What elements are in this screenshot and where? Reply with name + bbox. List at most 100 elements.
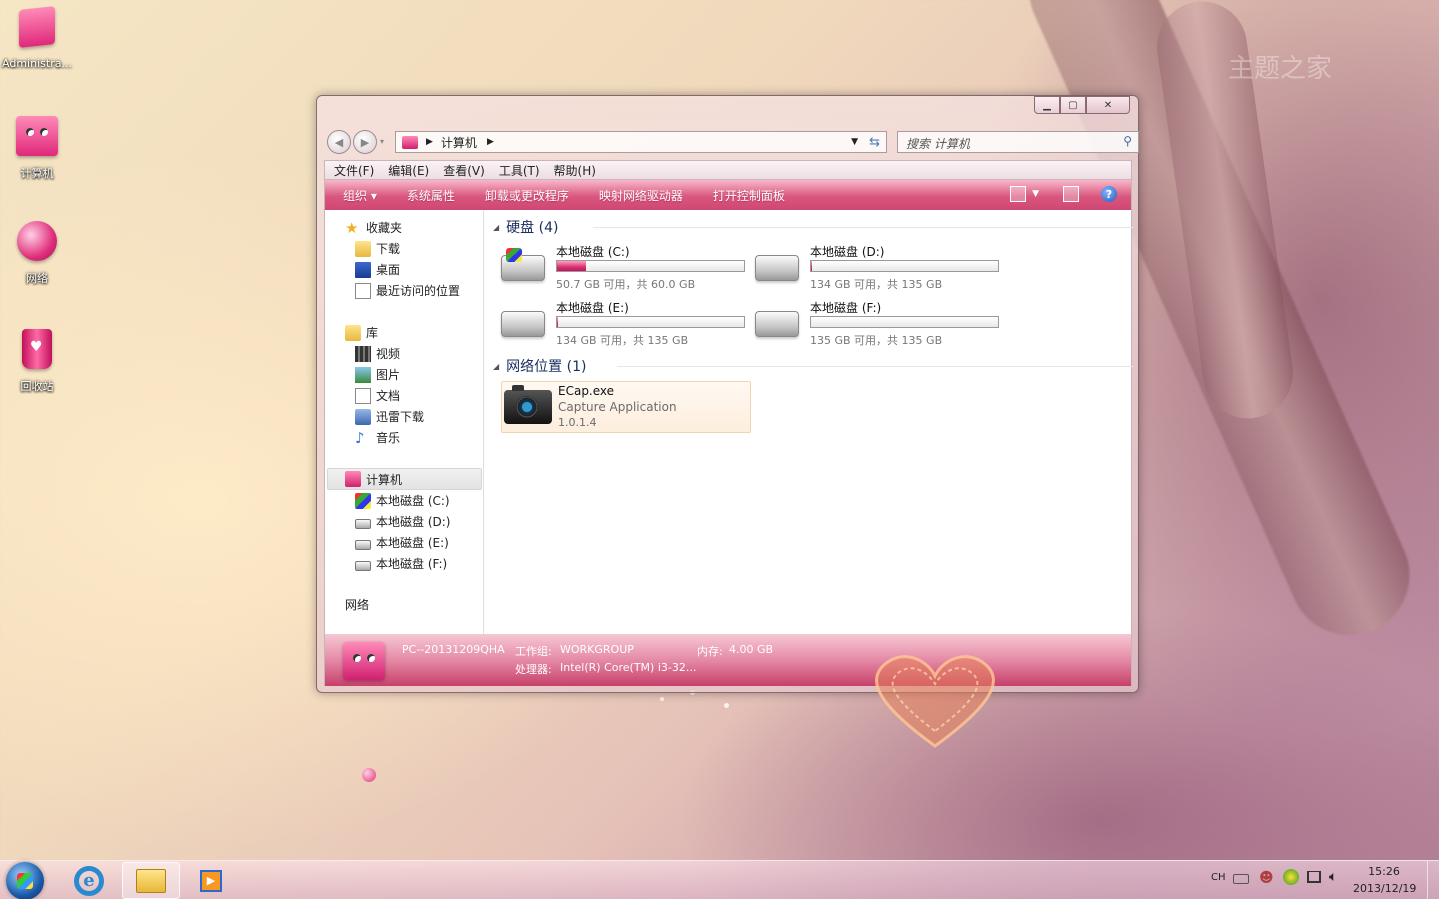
nav-downloads[interactable]: 下载 <box>355 240 400 257</box>
security-shield-icon[interactable] <box>1283 869 1299 885</box>
nav-label: 网络 <box>345 598 370 612</box>
breadcrumb-chevron-icon[interactable]: ▶ <box>487 137 494 147</box>
memory-value: 4.00 GB <box>729 643 774 656</box>
input-language-indicator[interactable]: CH <box>1211 872 1226 883</box>
recycle-bin-icon <box>14 329 60 375</box>
desktop-icon-administrator[interactable]: Administra... <box>0 4 74 70</box>
breadcrumb-computer[interactable]: 计算机 <box>441 134 477 151</box>
change-view-button[interactable]: ▼ <box>1010 186 1039 202</box>
pictures-icon <box>355 366 371 383</box>
nav-label: 视频 <box>376 347 401 361</box>
refresh-icon[interactable]: ⇆ <box>869 135 880 150</box>
search-icon[interactable]: ⚲ <box>1123 134 1132 148</box>
clock-date[interactable]: 2013/12/19 <box>1353 882 1416 895</box>
drive-usage-bar <box>810 316 999 328</box>
volume-icon[interactable]: 🔈︎ <box>1329 869 1337 885</box>
breadcrumb-chevron-icon[interactable]: ▶ <box>426 137 433 147</box>
close-button[interactable]: ✕ <box>1086 96 1130 114</box>
processor-label: 处理器: <box>515 663 552 676</box>
address-bar[interactable]: ▶ 计算机 ▶ ▼ ⇆ <box>395 131 887 153</box>
map-network-drive-button[interactable]: 映射网络驱动器 <box>599 187 683 204</box>
drive-tile-f[interactable]: 本地磁盘 (F:) 135 GB 可用，共 135 GB <box>755 299 1005 349</box>
nav-xunlei-downloads[interactable]: 迅雷下载 <box>355 408 424 425</box>
back-button[interactable]: ◀ <box>327 130 351 154</box>
drive-tile-c[interactable]: 本地磁盘 (C:) 50.7 GB 可用，共 60.0 GB <box>501 243 751 293</box>
downloads-folder-icon <box>355 240 371 257</box>
nav-label: 计算机 <box>366 472 403 487</box>
drive-tile-e[interactable]: 本地磁盘 (E:) 134 GB 可用，共 135 GB <box>501 299 751 349</box>
drive-size: 134 GB 可用，共 135 GB <box>556 334 689 347</box>
nav-pictures[interactable]: 图片 <box>355 366 400 383</box>
documents-icon <box>355 387 371 404</box>
group-hard-drives[interactable]: ◢ 硬盘 (4) <box>493 217 1133 237</box>
video-icon <box>355 345 371 362</box>
nav-drive-f[interactable]: 本地磁盘 (F:) <box>355 555 447 572</box>
network-item-description: Capture Application <box>558 400 677 414</box>
computer-icon <box>345 471 361 487</box>
taskbar-windows-explorer[interactable] <box>122 862 180 899</box>
uninstall-program-button[interactable]: 卸载或更改程序 <box>485 187 569 204</box>
open-control-panel-button[interactable]: 打开控制面板 <box>713 187 785 204</box>
processor-value: Intel(R) Core(TM) i3-32... <box>560 661 697 674</box>
menu-edit[interactable]: 编辑(E) <box>388 162 429 179</box>
maximize-button[interactable]: ▢ <box>1060 96 1086 114</box>
desktop-icon-recycle-bin[interactable]: 回收站 <box>0 326 74 394</box>
qq-pet-icon[interactable]: ☻ <box>1259 870 1274 886</box>
drive-usage-fill <box>557 261 586 271</box>
taskbar-internet-explorer[interactable]: e <box>60 862 118 899</box>
minimize-button[interactable]: ▁ <box>1034 96 1060 114</box>
taskbar-media-player[interactable]: ▶ <box>182 862 240 899</box>
nav-documents[interactable]: 文档 <box>355 387 400 404</box>
organize-button[interactable]: 组织 ▾ <box>343 187 377 204</box>
system-drive-icon <box>501 248 545 281</box>
network-status-icon[interactable] <box>1307 871 1321 883</box>
start-button[interactable] <box>6 862 44 899</box>
forward-button[interactable]: ▶ <box>353 130 377 154</box>
system-tray: CH ☻ 🔈︎ 15:26 2013/12/19 <box>1199 861 1439 899</box>
explorer-window: ▁ ▢ ✕ ◀ ▶ ▾ ▶ 计算机 ▶ ▼ ⇆ 搜索 计算机 ⚲ 文件(F) 编… <box>316 95 1139 783</box>
system-properties-button[interactable]: 系统属性 <box>407 187 455 204</box>
desktop-icon-computer[interactable]: 计算机 <box>0 112 74 181</box>
menu-file[interactable]: 文件(F) <box>334 162 374 179</box>
address-dropdown-icon[interactable]: ▼ <box>851 137 858 147</box>
computer-icon <box>14 116 60 162</box>
drive-size: 134 GB 可用，共 135 GB <box>810 278 943 291</box>
keyboard-icon[interactable] <box>1233 874 1249 884</box>
xunlei-icon <box>355 408 371 425</box>
recent-pages-dropdown[interactable]: ▾ <box>380 137 384 146</box>
nav-drive-c[interactable]: 本地磁盘 (C:) <box>355 492 450 509</box>
nav-label: 本地磁盘 (D:) <box>376 515 451 529</box>
show-desktop-button[interactable] <box>1427 861 1439 899</box>
nav-desktop[interactable]: 桌面 <box>355 261 400 278</box>
group-network-locations[interactable]: ◢ 网络位置 (1) <box>493 356 1133 376</box>
user-folder-icon <box>14 6 60 54</box>
view-dropdown-icon: ▼ <box>1032 189 1039 199</box>
search-input[interactable]: 搜索 计算机 ⚲ <box>897 131 1139 153</box>
nav-drive-e[interactable]: 本地磁盘 (E:) <box>355 534 449 551</box>
clock-time[interactable]: 15:26 <box>1359 865 1409 878</box>
network-item-ecap[interactable]: ECap.exe Capture Application 1.0.1.4 <box>501 381 751 433</box>
drive-usage-bar <box>810 260 999 272</box>
nav-videos[interactable]: 视频 <box>355 345 400 362</box>
taskbar: e ▶ CH ☻ 🔈︎ 15:26 2013/12/19 <box>0 860 1439 899</box>
nav-drive-d[interactable]: 本地磁盘 (D:) <box>355 513 450 530</box>
menu-tools[interactable]: 工具(T) <box>499 162 540 179</box>
nav-label: 桌面 <box>376 263 401 277</box>
nav-favorites[interactable]: ★ 收藏夹 <box>345 219 402 236</box>
nav-music[interactable]: ♪ 音乐 <box>355 429 400 446</box>
nav-label: 库 <box>366 326 379 340</box>
hard-drive-icon <box>755 255 799 281</box>
collapse-triangle-icon: ◢ <box>493 222 500 232</box>
menu-help[interactable]: 帮助(H) <box>554 162 596 179</box>
nav-network[interactable]: 网络 <box>345 596 377 783</box>
preview-pane-icon[interactable] <box>1063 186 1079 202</box>
menu-view[interactable]: 查看(V) <box>443 162 485 179</box>
desktop-icon-label: 计算机 <box>20 167 54 180</box>
nav-libraries[interactable]: 库 <box>345 324 378 341</box>
nav-computer[interactable]: 计算机 <box>327 468 482 490</box>
explorer-folder-icon <box>136 868 166 893</box>
nav-recent-places[interactable]: 最近访问的位置 <box>355 282 460 299</box>
desktop-icon-network[interactable]: 网络 <box>0 218 74 286</box>
drive-tile-d[interactable]: 本地磁盘 (D:) 134 GB 可用，共 135 GB <box>755 243 1005 293</box>
help-icon[interactable]: ? <box>1101 186 1117 202</box>
